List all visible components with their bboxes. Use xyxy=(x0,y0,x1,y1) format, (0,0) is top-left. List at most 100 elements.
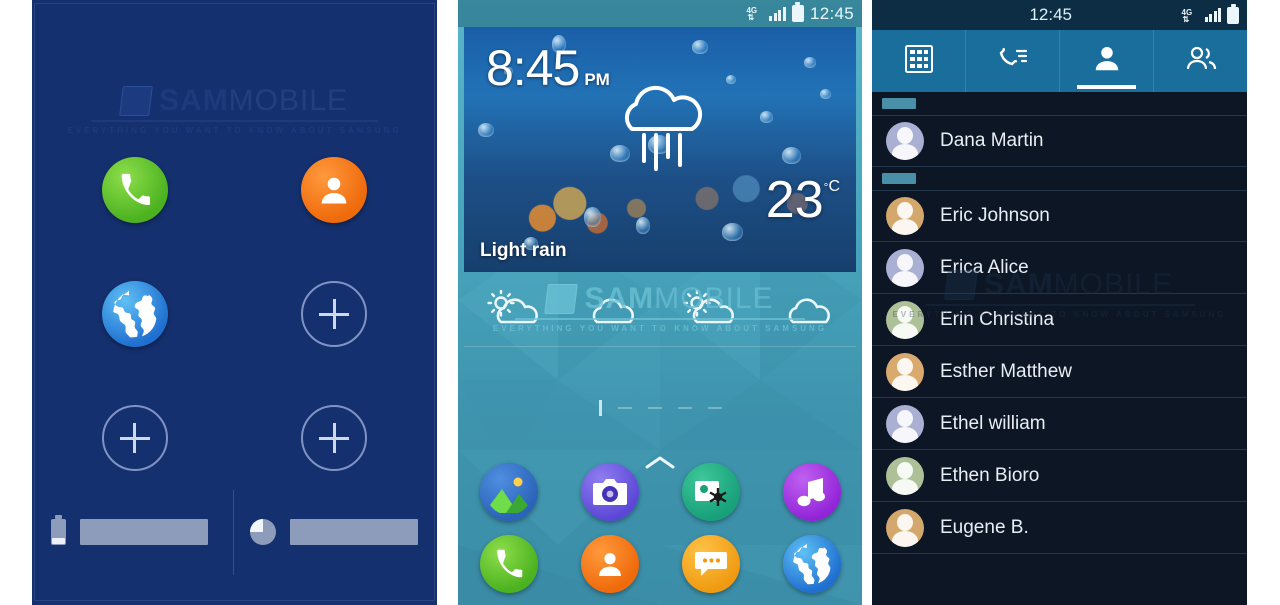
watermark-sammobile: SAMMOBILE EVERYTHING YOU WANT TO KNOW AB… xyxy=(35,84,434,135)
network-4g-icon: 4G ⇅ xyxy=(746,6,758,22)
contact-name: Ethen Bioro xyxy=(940,464,1040,486)
contact-row[interactable]: Ethen Bioro xyxy=(872,450,1247,502)
contact-name: Esther Matthew xyxy=(940,360,1072,382)
contact-row[interactable]: Erica Alice xyxy=(872,242,1247,294)
battery-icon xyxy=(791,2,804,22)
section-header xyxy=(872,167,1247,190)
shortcut-browser[interactable] xyxy=(99,278,171,350)
contacts-icon xyxy=(580,535,639,593)
avatar xyxy=(886,122,924,160)
person-icon xyxy=(1092,44,1122,79)
storage-label-placeholder xyxy=(290,519,418,545)
network-4g-icon: 4G ⇅ xyxy=(1181,7,1193,24)
tab-contacts[interactable] xyxy=(1060,30,1154,92)
contact-row[interactable]: Dana Martin xyxy=(872,115,1247,167)
tab-keypad[interactable] xyxy=(872,30,966,92)
contact-row[interactable]: Eugene B. xyxy=(872,502,1247,554)
section-label-chip xyxy=(882,173,916,184)
globe-icon xyxy=(782,535,841,593)
tab-call-log[interactable] xyxy=(966,30,1060,92)
page-dot-active xyxy=(598,400,602,416)
dock-camera[interactable] xyxy=(580,463,639,521)
avatar xyxy=(886,404,924,443)
camera-icon xyxy=(580,463,639,521)
dock-gallery[interactable] xyxy=(479,463,538,521)
dock-photo-editor[interactable] xyxy=(681,463,740,521)
shortcut-add-3[interactable] xyxy=(298,402,370,474)
watermark-mobile: MOBILE xyxy=(228,84,349,117)
watermark-tagline: EVERYTHING YOU WANT TO KNOW ABOUT SAMSUN… xyxy=(67,126,402,135)
avatar xyxy=(886,456,924,495)
dock-browser[interactable] xyxy=(782,535,841,593)
avatar xyxy=(886,508,924,547)
tab-bar xyxy=(872,30,1247,92)
shortcut-grid xyxy=(35,154,434,474)
clock-widget[interactable]: 8:45 PM xyxy=(486,39,610,97)
forecast-strip[interactable] xyxy=(464,277,856,347)
contact-row[interactable]: Ethel william xyxy=(872,398,1247,450)
plus-icon xyxy=(101,405,168,471)
dock-messages[interactable] xyxy=(681,535,740,593)
contact-row[interactable]: Eric Johnson xyxy=(872,190,1247,242)
clock-time: 8:45 xyxy=(486,40,580,96)
dock-phone[interactable] xyxy=(479,535,538,593)
storage-status[interactable] xyxy=(234,519,434,545)
signal-icon xyxy=(1204,8,1221,22)
weather-widget[interactable]: 8:45 PM 23 °C Light rain xyxy=(464,27,856,272)
avatar xyxy=(886,197,924,235)
status-bar: 12:45 4G ⇅ xyxy=(872,0,1247,30)
tab-groups[interactable] xyxy=(1154,30,1247,92)
sun-cloud-icon xyxy=(485,289,541,333)
shortcut-add-1[interactable] xyxy=(298,278,370,350)
photo-editor-icon xyxy=(681,463,740,521)
avatar xyxy=(886,300,924,339)
phone-icon xyxy=(101,157,168,223)
contact-list: Dana Martin Eric Johnson Erica Alice Eri… xyxy=(872,115,1247,554)
panel-contacts-app: 12:45 4G ⇅ Dana Martin Eric Johnson Eric… xyxy=(872,0,1247,605)
shortcut-contacts[interactable] xyxy=(298,154,370,226)
temperature-unit: C xyxy=(828,178,840,195)
message-icon xyxy=(681,535,740,593)
dock-music[interactable] xyxy=(782,463,841,521)
battery-status[interactable] xyxy=(35,515,233,545)
contact-name: Erica Alice xyxy=(940,256,1029,278)
avatar xyxy=(886,248,924,287)
watermark-sam: SAM xyxy=(158,84,229,117)
page-dot xyxy=(647,407,662,409)
contact-row[interactable]: Erin Christina xyxy=(872,294,1247,346)
keypad-icon xyxy=(904,44,934,79)
panel-quick-launch: SAMMOBILE EVERYTHING YOU WANT TO KNOW AB… xyxy=(32,0,437,605)
shortcut-phone[interactable] xyxy=(99,154,171,226)
status-time: 12:45 xyxy=(809,3,854,23)
page-indicator[interactable] xyxy=(458,400,862,416)
shortcut-add-2[interactable] xyxy=(99,402,171,474)
contact-name: Eugene B. xyxy=(940,516,1029,538)
gallery-icon xyxy=(479,463,538,521)
page-dot xyxy=(677,407,692,409)
signal-icon xyxy=(769,6,786,21)
contact-name: Dana Martin xyxy=(940,130,1044,151)
battery-icon xyxy=(51,515,66,545)
call-log-icon xyxy=(996,44,1030,79)
globe-icon xyxy=(101,281,168,347)
contact-row[interactable]: Esther Matthew xyxy=(872,346,1247,398)
avatar xyxy=(886,352,924,391)
plus-icon xyxy=(301,405,368,471)
app-dock xyxy=(458,463,862,593)
panel-home-screen: 4G ⇅ 12:45 8:45 PM 23 °C Light rain SAMM… xyxy=(458,0,862,605)
dock-contacts[interactable] xyxy=(580,535,639,593)
contacts-icon xyxy=(301,157,368,223)
temperature-display: 23 °C xyxy=(765,171,840,229)
cloud-icon xyxy=(583,290,639,333)
page-dot xyxy=(707,407,722,409)
page-dot xyxy=(617,407,632,409)
section-header xyxy=(872,92,1247,115)
sun-cloud-icon xyxy=(681,289,737,333)
temperature-value: 23 xyxy=(765,171,824,229)
contact-name: Eric Johnson xyxy=(940,205,1050,226)
status-bar: 4G ⇅ 12:45 xyxy=(458,0,862,27)
contact-name: Erin Christina xyxy=(940,308,1055,330)
battery-icon xyxy=(1227,3,1239,24)
weather-condition: Light rain xyxy=(480,240,567,261)
music-note-icon xyxy=(782,463,841,521)
